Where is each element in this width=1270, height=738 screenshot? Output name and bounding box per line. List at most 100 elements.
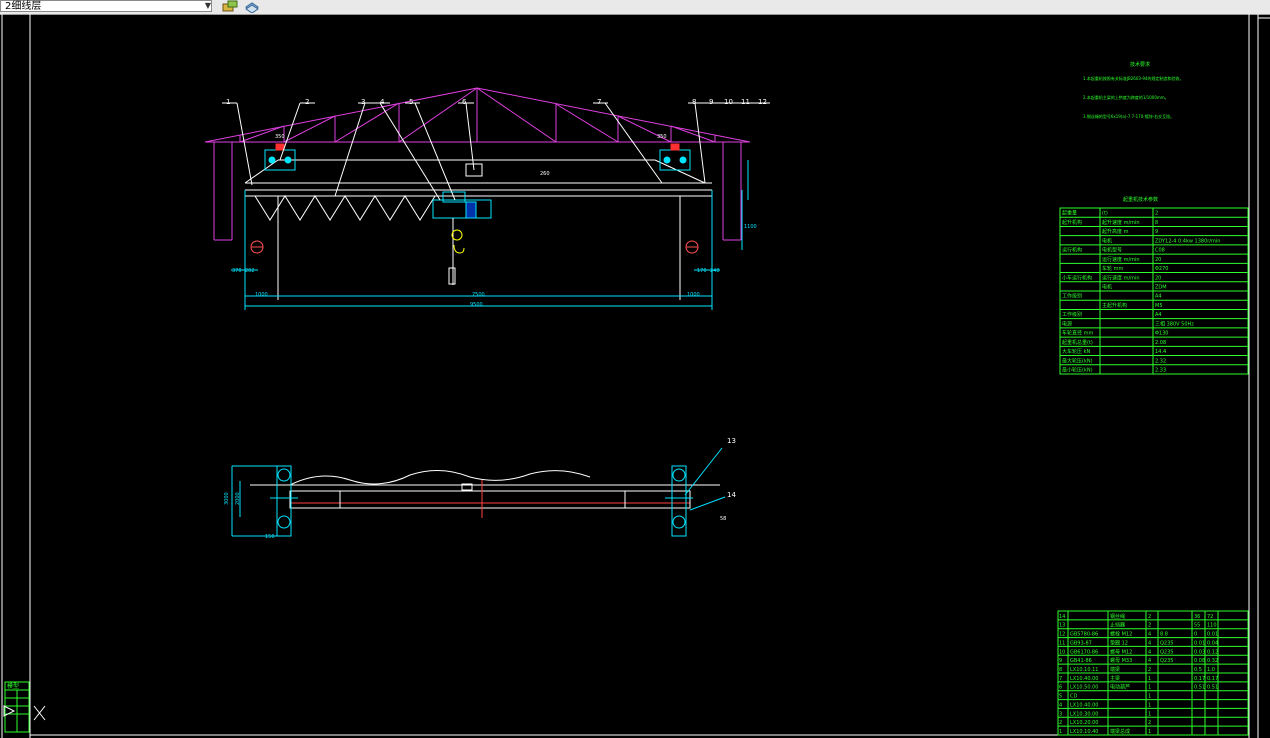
layer-dropdown[interactable]: 2细线层 <box>0 0 212 12</box>
dim-7: 202 <box>245 268 255 274</box>
parts-cell: LX10.50.00 <box>1070 685 1098 691</box>
parts-cell: 主梁 <box>1110 675 1120 682</box>
girder-plan-view <box>250 470 720 518</box>
parts-cell: 0 <box>1194 632 1197 638</box>
callout-4: 4 <box>380 98 385 106</box>
parts-cell: 2 <box>1148 720 1151 726</box>
parts-cell: 8.8 <box>1160 632 1168 638</box>
parts-cell: 6 <box>1059 685 1062 691</box>
callout-6: 6 <box>462 98 467 106</box>
dim-13: 3000 <box>224 492 230 505</box>
parts-table: 14 钢丝绳 2 36 7213 止挡器 2 55 11012 GB5780-86 螺栓 M12 4 8… <box>1057 610 1249 736</box>
end-wheel-left <box>250 240 264 254</box>
end-carriage-right <box>659 143 691 171</box>
parts-cell: LX10.40.00 <box>1070 676 1098 682</box>
spec-cell: 车轮直径 mm <box>1062 330 1093 337</box>
parts-cell: 0.5 <box>1194 667 1202 673</box>
parts-cell: 4 <box>1148 632 1151 638</box>
dim-16: 1100 <box>744 224 757 230</box>
left-panel: 模型 <box>4 681 30 733</box>
dim-10: 260 <box>540 171 550 177</box>
parts-cell: 2 <box>1059 720 1062 726</box>
ucs-icon <box>3 705 46 721</box>
spec-cell: 2.33 <box>1155 368 1166 374</box>
parts-cell: 1 <box>1148 685 1151 691</box>
spec-cell: 14.4 <box>1155 349 1166 355</box>
spec-cell: 2 <box>1155 211 1158 217</box>
parts-cell: 螺母 M33 <box>1110 657 1132 664</box>
spec-table-title: 起重机技术参数 <box>1123 196 1158 203</box>
dim-6: 370 <box>232 268 242 274</box>
spec-cell: (t) <box>1102 211 1108 217</box>
parts-cell: 4 <box>1148 658 1151 664</box>
plan-end-carriage-right <box>665 465 693 537</box>
spec-cell: 2.08 <box>1155 340 1166 346</box>
parts-cell: 12 <box>1059 632 1065 638</box>
parts-cell: 钢丝绳 <box>1110 613 1125 620</box>
parts-cell: 11 <box>1059 640 1065 646</box>
spec-cell: 电机型号 <box>1102 247 1122 254</box>
parts-cell: 2 <box>1148 623 1151 629</box>
layer-state-icon[interactable] <box>222 0 238 13</box>
spec-cell: 工作级别 <box>1062 293 1082 300</box>
callout-8: 8 <box>692 98 696 106</box>
parts-cell: 0.12 <box>1207 649 1218 655</box>
parts-cell: 3 <box>1059 711 1062 717</box>
parts-cell: 0.08 <box>1194 658 1205 664</box>
parts-cell: CD <box>1070 694 1077 700</box>
drawing-canvas[interactable]: 模型 技术要求 1.本起重机按照有关标准JB2603-94的规定制造和验收。 2… <box>0 14 1270 738</box>
parts-cell: 0.03 <box>1194 649 1205 655</box>
spec-cell: 最大轮压(kN) <box>1062 357 1093 364</box>
parts-cell: 4 <box>1148 640 1151 646</box>
dim-2: 7500 <box>472 292 485 298</box>
callout-13: 13 <box>727 437 736 445</box>
parts-cell: 13 <box>1059 623 1065 629</box>
spec-cell: 三相 380V 50Hz <box>1155 320 1194 327</box>
spec-cell: 小车运行机构 <box>1062 274 1092 281</box>
parts-cell: GB93-87 <box>1070 640 1092 646</box>
parts-cell: 端梁 <box>1110 666 1120 673</box>
parts-cell: 0.01 <box>1194 640 1205 646</box>
dim-17: 58 <box>720 516 726 522</box>
chevron-down-icon[interactable]: ▼ <box>203 0 213 12</box>
spec-cell: 运行速度 m/min <box>1102 256 1140 263</box>
parts-cell: GB5780-86 <box>1070 632 1098 638</box>
parts-cell: 7 <box>1059 676 1062 682</box>
spec-cell: 8 <box>1155 220 1158 226</box>
parts-cell: LX10.10.40 <box>1070 729 1098 735</box>
parts-cell: LX10.20.00 <box>1070 720 1098 726</box>
callout-leaders <box>222 102 770 201</box>
spec-table: 起重机技术参数 起重量 (t) 2 起升机构 起升速度 m/min 8 起升高度 m 9 电机 Z… <box>1059 196 1249 375</box>
parts-cell: LX10.40.00 <box>1070 702 1098 708</box>
layer-name: 2细线层 <box>5 1 42 12</box>
dim-3: 1000 <box>687 292 700 298</box>
parts-cell: 1 <box>1059 729 1062 735</box>
spec-cell: 运行速度 m/min <box>1102 274 1140 281</box>
spec-cell: A4 <box>1155 294 1162 300</box>
parts-cell: 72 <box>1207 614 1213 620</box>
parts-cell: 1 <box>1148 702 1151 708</box>
callout-2: 2 <box>305 98 309 106</box>
spec-cell: 20 <box>1155 275 1161 281</box>
parts-cell: 0.32 <box>1207 658 1218 664</box>
parts-cell: Q235 <box>1160 640 1173 646</box>
layer-tools-icon[interactable] <box>244 0 260 13</box>
parts-cell: 0.51 <box>1194 685 1205 691</box>
sheet-border <box>1 14 1270 738</box>
parts-cell: GB41-86 <box>1070 658 1092 664</box>
spec-cell: 起重机总重(t) <box>1062 339 1093 346</box>
spec-cell: 电源 <box>1062 320 1072 327</box>
parts-cell: 110 <box>1207 623 1217 629</box>
parts-cell: 螺栓 M12 <box>1110 631 1132 638</box>
parts-cell: 1 <box>1148 729 1151 735</box>
spec-cell: C08 <box>1155 248 1165 254</box>
spec-cell: 起升速度 m/min <box>1102 219 1140 226</box>
callout-1: 1 <box>226 98 230 106</box>
spec-cell: A4 <box>1155 312 1162 318</box>
parts-cell: 垫圈 12 <box>1110 639 1128 646</box>
spec-cell: 2.32 <box>1155 358 1166 364</box>
parts-cell: 4 <box>1059 702 1062 708</box>
parts-cell: 0.17 <box>1207 676 1218 682</box>
technical-notes: 技术要求 1.本起重机按照有关标准JB2603-94的规定制造和验收。 2.本起… <box>1083 61 1183 119</box>
parts-cell: Q235 <box>1160 658 1173 664</box>
